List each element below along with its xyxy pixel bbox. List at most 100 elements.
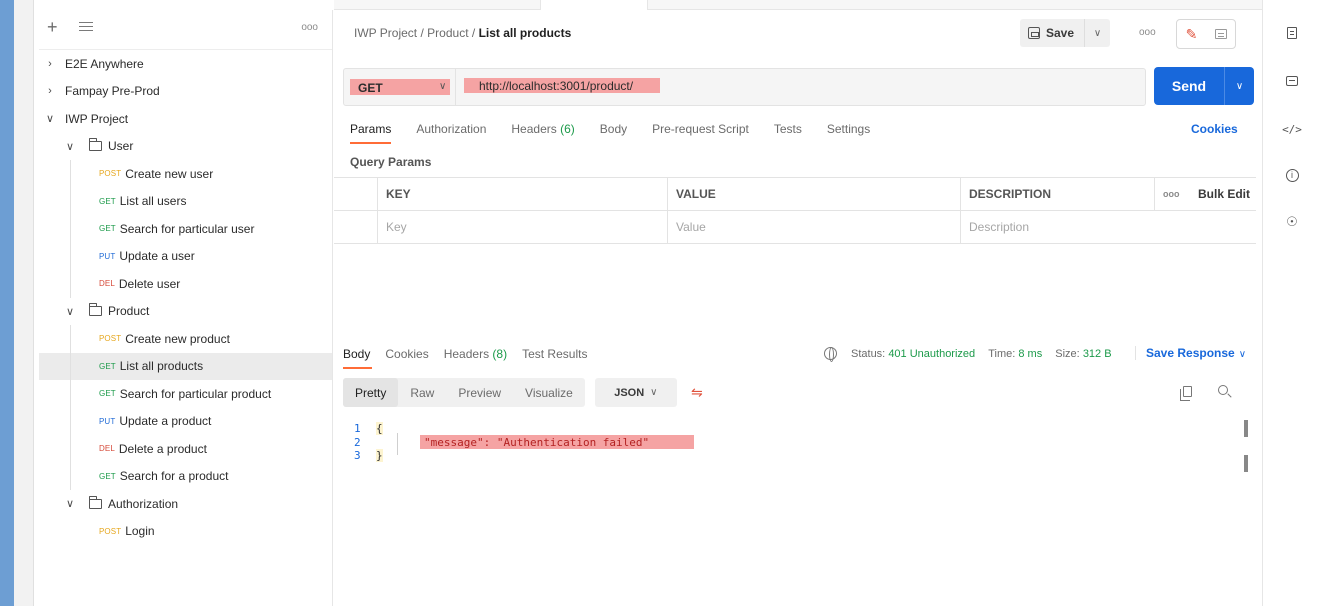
code-line: 1{ <box>354 422 649 436</box>
view-raw[interactable]: Raw <box>398 378 446 407</box>
tab-pre-request-script[interactable]: Pre-request Script <box>652 122 749 148</box>
view-pretty[interactable]: Pretty <box>343 378 399 407</box>
copy-icon[interactable] <box>1180 386 1192 401</box>
response-view-bar: Pretty Raw Preview Visualize JSON ∨ ⇋ <box>343 378 711 407</box>
query-params-table: KEY VALUE DESCRIPTION ooo Bulk Edit Key … <box>334 177 1256 244</box>
key-input[interactable]: Key <box>377 211 667 243</box>
tab-response-body[interactable]: Body <box>343 347 373 371</box>
request-search-for-particular-user[interactable]: GET Search for particular user <box>39 215 332 243</box>
folder-icon <box>89 303 102 317</box>
tab-body[interactable]: Body <box>600 122 627 148</box>
request-tab[interactable] <box>540 0 648 10</box>
request-list-all-products[interactable]: GET List all products <box>39 352 332 380</box>
view-mode-tabs: Pretty Raw Preview Visualize <box>343 378 585 407</box>
tree-item-label: Login <box>125 524 155 539</box>
more-actions-icon[interactable]: ooo <box>1139 27 1156 38</box>
save-options-chevron-icon[interactable]: ∨ <box>1084 19 1111 47</box>
folder-authorization[interactable]: ∨ Authorization <box>39 490 332 518</box>
mode-toggle: ✎ <box>1176 19 1236 49</box>
request-create-new-user[interactable]: POST Create new user <box>39 160 332 188</box>
send-button[interactable]: Send <box>1154 78 1224 94</box>
folder-user[interactable]: ∨ User <box>39 133 332 161</box>
tab-tests[interactable]: Tests <box>774 122 802 148</box>
url-bar: GET ∨ http://localhost:3001/product/ <box>343 68 1146 106</box>
bulk-edit-button[interactable]: Bulk Edit <box>1190 178 1256 210</box>
breadcrumb-folder[interactable]: Product <box>427 26 468 40</box>
request-delete-a-product[interactable]: DEL Delete a product <box>39 435 332 463</box>
tab-settings[interactable]: Settings <box>827 122 870 148</box>
save-button[interactable]: Save <box>1020 19 1085 47</box>
request-search-for-particular-product[interactable]: GET Search for particular product <box>39 380 332 408</box>
save-icon <box>1028 27 1040 39</box>
tab-strip <box>334 0 1262 10</box>
folder-product[interactable]: ∨ Product <box>39 298 332 326</box>
tab-params[interactable]: Params <box>350 122 392 148</box>
tab-authorization[interactable]: Authorization <box>416 122 486 148</box>
method-select[interactable]: GET ∨ <box>344 69 456 105</box>
wrap-lines-icon[interactable]: ⇋ <box>683 378 711 407</box>
value-input[interactable]: Value <box>667 211 960 243</box>
breadcrumb-collection[interactable]: IWP Project <box>354 26 417 40</box>
globe-icon[interactable] <box>824 347 837 362</box>
more-options-icon[interactable]: ooo <box>301 22 318 33</box>
edit-pencil-icon[interactable]: ✎ <box>1177 20 1206 48</box>
tree-item-label: User <box>108 139 134 154</box>
filter-icon[interactable] <box>79 22 93 32</box>
collection-tree: › E2E Anywhere › Fampay Pre-Prod ∨ IWP Projec… <box>39 50 332 545</box>
lightbulb-icon[interactable]: ☉ <box>1283 213 1301 231</box>
code-snippet-icon[interactable]: </> <box>1282 120 1302 138</box>
cookies-link[interactable]: Cookies <box>1191 122 1238 136</box>
collection-e2e-anywhere[interactable]: › E2E Anywhere <box>39 50 332 78</box>
status-value[interactable]: 401 Unauthorized <box>888 348 975 360</box>
send-options-chevron-icon[interactable]: ∨ <box>1224 67 1254 105</box>
view-preview[interactable]: Preview <box>446 378 513 407</box>
table-row: Key Value Description <box>334 211 1256 244</box>
description-input[interactable]: Description <box>960 211 1256 243</box>
time-label: Time: <box>988 348 1016 360</box>
url-input[interactable]: http://localhost:3001/product/ <box>479 79 633 93</box>
breadcrumb-current: List all products <box>478 26 572 40</box>
tab-response-cookies[interactable]: Cookies <box>385 347 428 371</box>
comments-icon[interactable] <box>1283 72 1301 90</box>
chevron-down-icon: ∨ <box>650 387 658 398</box>
headers-count: (6) <box>560 122 575 136</box>
tree-item-label: Authorization <box>108 496 179 511</box>
tab-response-headers-label: Headers <box>443 347 490 361</box>
tree-item-label: Create new user <box>125 166 214 181</box>
request-update-a-user[interactable]: PUT Update a user <box>39 243 332 271</box>
size-value[interactable]: 312 B <box>1083 348 1112 360</box>
documentation-icon[interactable] <box>1283 24 1301 42</box>
tree-guide-line <box>70 325 71 490</box>
collection-fampay-pre-prod[interactable]: › Fampay Pre-Prod <box>39 78 332 106</box>
request-create-new-product[interactable]: POST Create new product <box>39 325 332 353</box>
code-line: 2 "message": "Authentication failed" <box>354 434 694 450</box>
chevron-icon: › <box>48 85 52 98</box>
view-visualize[interactable]: Visualize <box>513 378 585 407</box>
tab-headers-label: Headers <box>511 122 557 136</box>
tree-item-label: Fampay Pre-Prod <box>65 84 160 99</box>
info-icon[interactable]: i <box>1283 166 1301 184</box>
table-options-icon[interactable]: ooo <box>1154 178 1190 210</box>
collection-iwp-project[interactable]: ∨ IWP Project <box>39 105 332 133</box>
tab-test-results[interactable]: Test Results <box>522 347 587 371</box>
tab-response-headers[interactable]: Headers (8) <box>444 347 507 371</box>
request-search-for-a-product[interactable]: GET Search for a product <box>39 463 332 491</box>
tree-item-label: Create new product <box>125 331 230 346</box>
request-login[interactable]: POST Login <box>39 518 332 546</box>
documentation-icon[interactable] <box>1206 20 1235 48</box>
tab-headers[interactable]: Headers (6) <box>511 122 574 148</box>
chevron-icon: ∨ <box>65 498 75 511</box>
method-badge: GET <box>99 361 116 371</box>
code-text: "message": "Authentication failed" <box>424 435 650 449</box>
add-icon[interactable]: + <box>47 18 58 36</box>
save-response-button[interactable]: Save Response ∨ <box>1135 346 1246 360</box>
format-select[interactable]: JSON ∨ <box>594 378 677 407</box>
search-icon[interactable] <box>1218 385 1228 395</box>
scrollbar-marker[interactable] <box>1244 455 1248 472</box>
scrollbar-marker[interactable] <box>1244 420 1248 437</box>
request-delete-user[interactable]: DEL Delete user <box>39 270 332 298</box>
time-value[interactable]: 8 ms <box>1018 348 1042 360</box>
request-update-a-product[interactable]: PUT Update a product <box>39 408 332 436</box>
folder-icon <box>89 138 102 152</box>
request-list-all-users[interactable]: GET List all users <box>39 188 332 216</box>
